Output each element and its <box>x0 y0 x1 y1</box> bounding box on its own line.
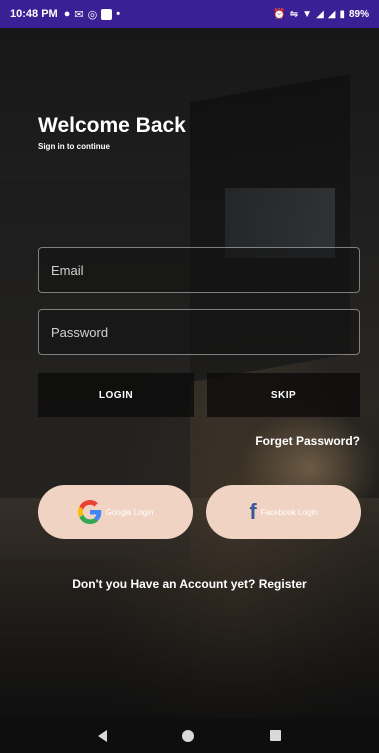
status-time: 10:48 PM <box>10 8 58 20</box>
skip-button[interactable]: SKIP <box>207 373 360 417</box>
facebook-login-label: Facebook Login <box>260 507 318 517</box>
login-button[interactable]: LOGIN <box>38 373 194 417</box>
background-image: Welcome Back Sign in to continue LOGIN S… <box>0 28 379 718</box>
google-login-label: Google Login <box>105 507 154 517</box>
signal-icon: ◢ <box>327 8 336 20</box>
facebook-icon: f <box>249 499 257 524</box>
dot-icon: • <box>116 8 121 20</box>
facebook-login-button[interactable]: f Facebook Login <box>206 485 361 539</box>
back-icon[interactable] <box>97 729 107 742</box>
password-field[interactable] <box>38 309 360 355</box>
gallery-icon: ✉ <box>74 8 84 21</box>
email-field[interactable] <box>38 247 360 293</box>
signal-icon: ◢ <box>316 8 324 20</box>
status-bar: 10:48 PM ● ✉ ◎ • ⏰ ⇋ ▼ ◢ ◢ ▮ 89% <box>0 0 379 28</box>
battery-icon: ▮ <box>339 8 345 20</box>
google-login-button[interactable]: Google Login <box>38 485 193 539</box>
wifi-icon: ▼ <box>302 8 313 20</box>
status-right: ⏰ ⇋ ▼ ◢ ◢ ▮ 89% <box>273 9 369 20</box>
page-title: Welcome Back <box>38 114 186 137</box>
status-left: 10:48 PM ● ✉ ◎ • <box>10 8 120 21</box>
battery-level: 89% <box>348 8 369 20</box>
alarm-icon: ⏰ <box>273 8 286 20</box>
home-icon[interactable] <box>182 729 195 742</box>
navigation-bar <box>0 718 379 753</box>
page-subtitle: Sign in to continue <box>38 142 110 151</box>
forget-password-link[interactable]: Forget Password? <box>255 434 360 448</box>
vibrate-icon: ⇋ <box>289 8 299 20</box>
google-icon <box>77 500 101 524</box>
instagram-icon: ◎ <box>87 8 98 21</box>
square-icon <box>101 8 113 20</box>
recent-apps-icon[interactable] <box>270 730 282 741</box>
messenger-icon: ● <box>63 8 71 20</box>
register-link[interactable]: Don't you Have an Account yet? Register <box>0 577 379 591</box>
notification-icons: ● ✉ ◎ • <box>64 8 120 21</box>
